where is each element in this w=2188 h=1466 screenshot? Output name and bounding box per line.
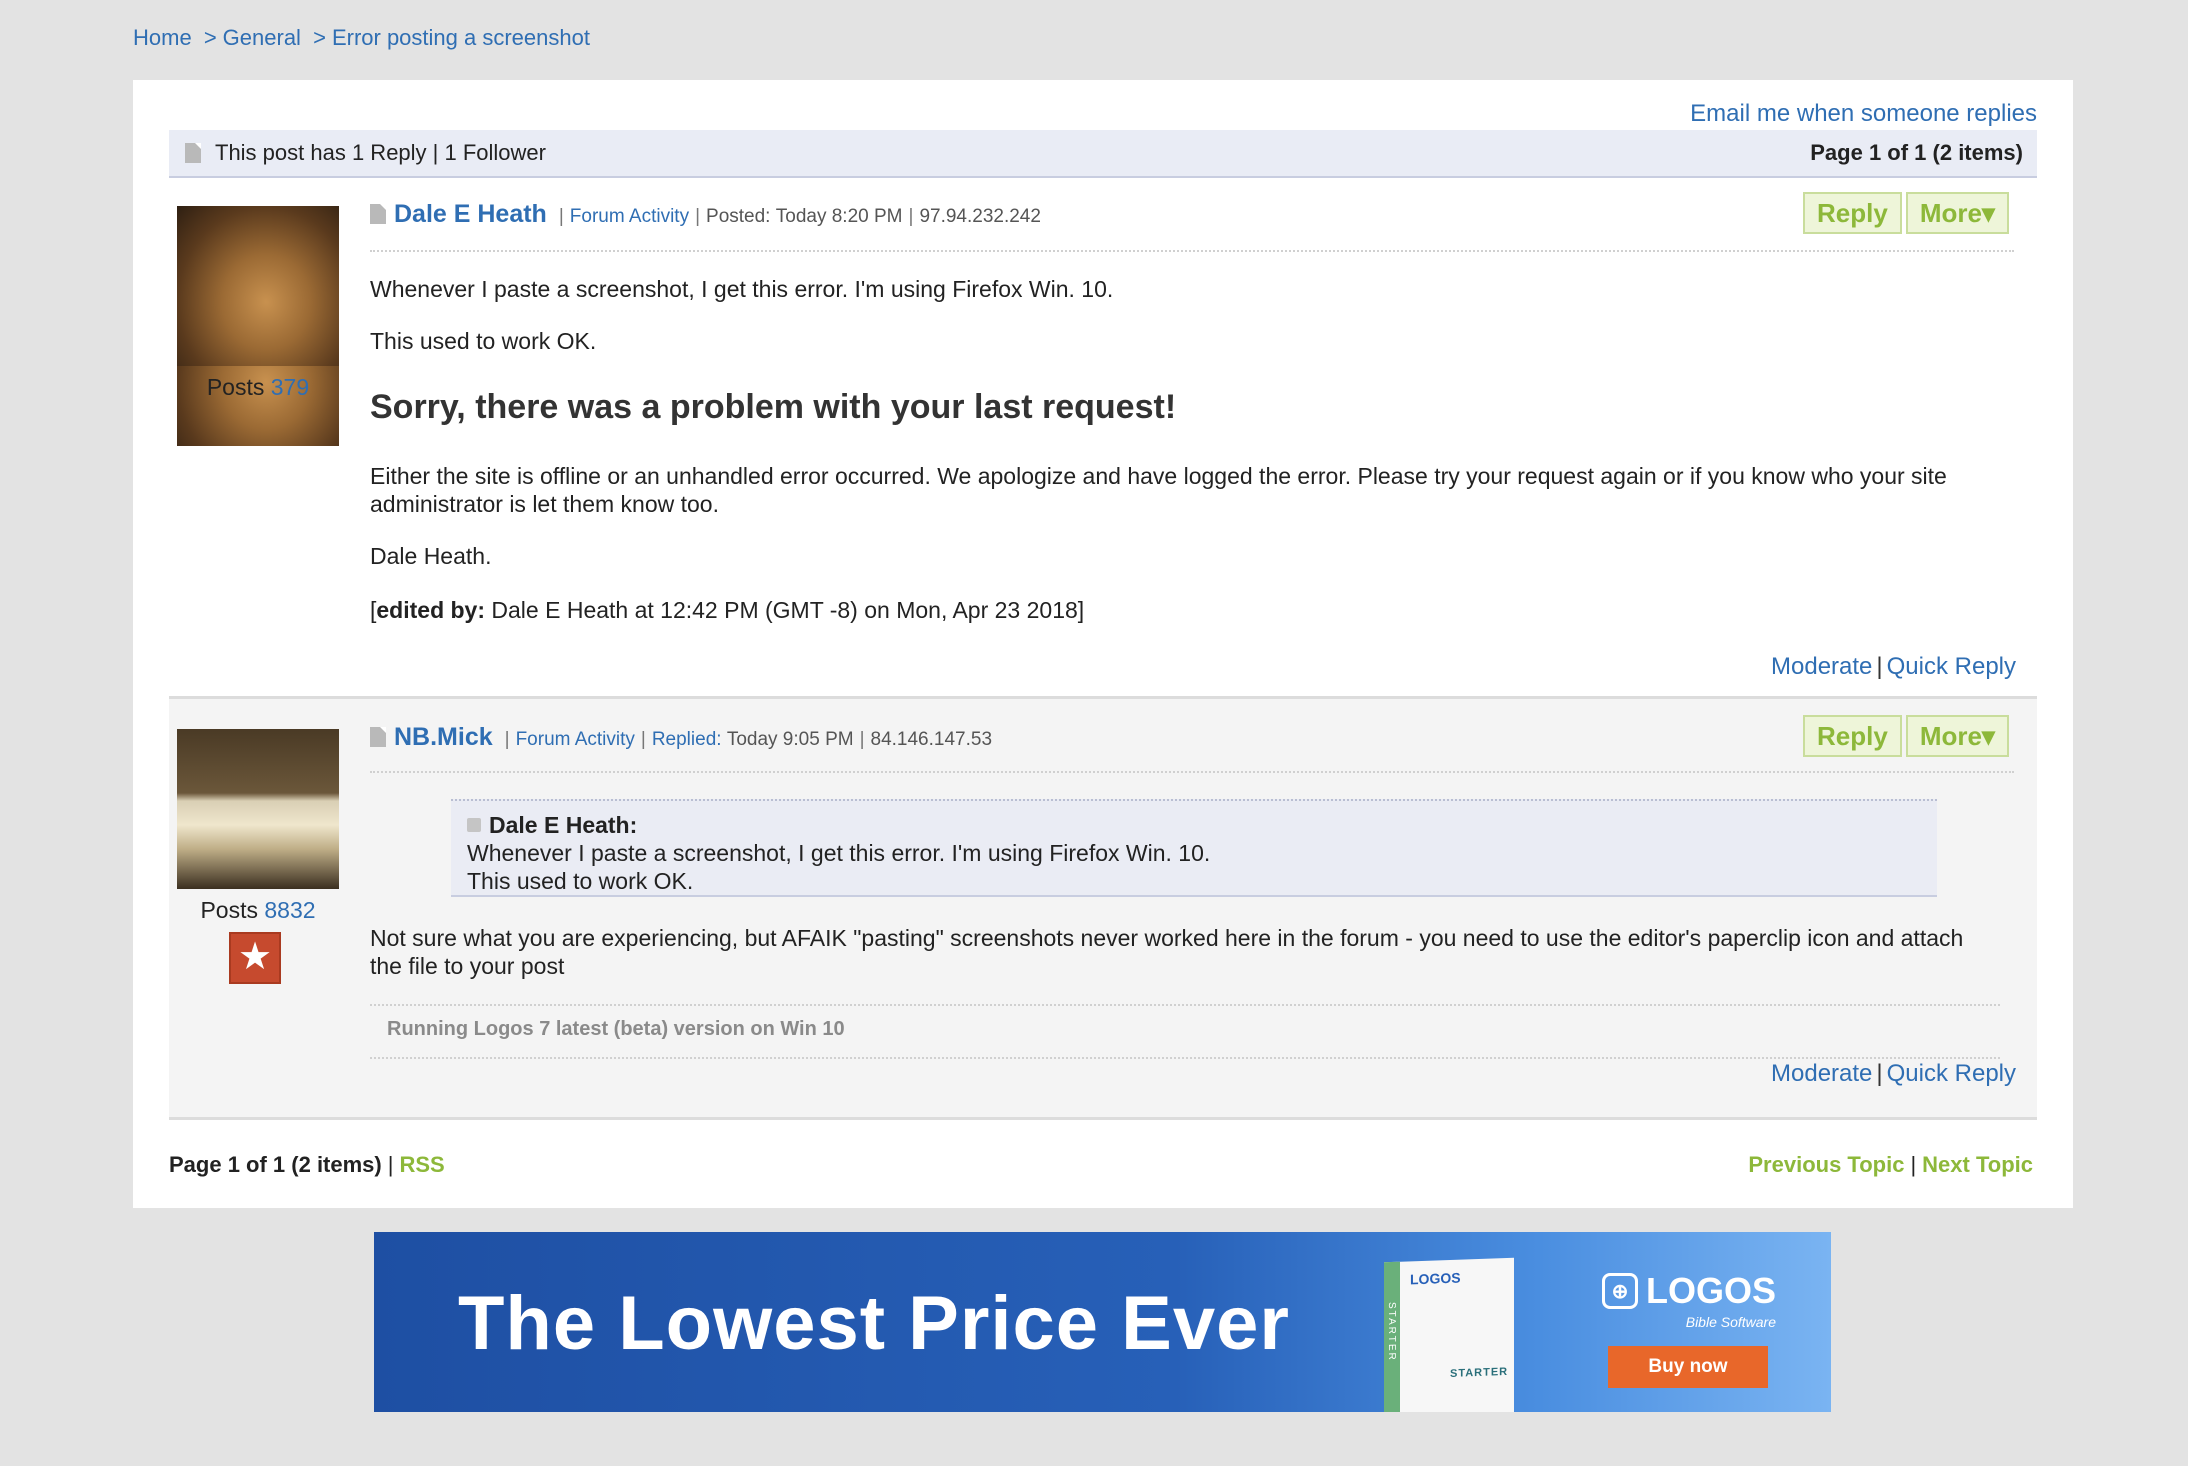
replied-link[interactable]: Replied: (652, 729, 722, 751)
author-link[interactable]: NB.Mick (394, 723, 493, 752)
next-topic-link[interactable]: Next Topic (1922, 1152, 2033, 1177)
thread-header: This post has 1 Reply | 1 Follower Page … (169, 130, 2037, 178)
star-badge-icon: ★ (229, 932, 281, 984)
breadcrumb-separator: > (313, 25, 326, 50)
author-link[interactable]: Dale E Heath (394, 200, 547, 229)
previous-topic-link[interactable]: Previous Topic (1748, 1152, 1904, 1177)
moderate-link[interactable]: Moderate (1771, 1060, 1872, 1087)
logos-icon: ⊕ (1602, 1273, 1638, 1309)
post-actions: Reply More▾ (1803, 192, 2009, 234)
divider (370, 1057, 2000, 1059)
error-title: Sorry, there was a problem with your las… (370, 388, 1177, 426)
page-footer: Page 1 of 1 (2 items) | RSS Previous Topic… (169, 1152, 2033, 1177)
moderate-link[interactable]: Moderate (1771, 653, 1872, 680)
quick-reply-link[interactable]: Quick Reply (1887, 653, 2016, 680)
post-ip: 84.146.147.53 (870, 729, 993, 750)
breadcrumb: Home > General > Error posting a screensho… (133, 25, 590, 51)
buy-now-button[interactable]: Buy now (1608, 1346, 1768, 1388)
thread-summary: This post has 1 Reply | 1 Follower (215, 140, 546, 165)
signature: Running Logos 7 latest (beta) version on… (387, 1018, 845, 1040)
posts-label: Posts (206, 374, 265, 400)
post-icon (370, 204, 386, 224)
breadcrumb-separator: > (203, 25, 217, 50)
posts-count-link[interactable]: 379 (271, 374, 309, 400)
posts-count: Posts 379 (169, 374, 347, 401)
post-meta: NB.Mick | Forum Activity | Replied: Toda… (370, 723, 992, 752)
posts-label: Posts (200, 897, 258, 923)
post-actions: Reply More▾ (1803, 715, 2009, 757)
email-when-replies-link[interactable]: Email me when someone replies (1690, 100, 2037, 128)
footer-page-info: Page 1 of 1 (2 items) (169, 1152, 382, 1177)
document-icon (185, 143, 201, 163)
posts-count: Posts 8832 (169, 897, 347, 924)
breadcrumb-general[interactable]: General (223, 25, 301, 50)
avatar[interactable] (177, 206, 339, 366)
reply-button[interactable]: Reply (1803, 715, 1902, 757)
post-meta: Dale E Heath | Forum Activity | Posted: … (370, 200, 1041, 229)
forum-activity-link[interactable]: Forum Activity (516, 729, 635, 751)
logos-ad-banner[interactable]: The Lowest Price Ever STARTER LOGOS STAR… (374, 1232, 1831, 1412)
post-text: Not sure what you are experiencing, but … (370, 925, 1964, 979)
post-time: Today 8:20 PM (775, 206, 903, 227)
product-box-image: STARTER LOGOS STARTER (1384, 1257, 1514, 1412)
post-footer-links: Moderate | Quick Reply (1771, 1060, 2016, 1087)
error-body: Either the site is offline or an unhandl… (370, 463, 1947, 517)
breadcrumb-home[interactable]: Home (133, 25, 192, 50)
post-text: This used to work OK. (370, 328, 597, 354)
divider (370, 1004, 2000, 1006)
post-time: Today 9:05 PM (726, 729, 854, 750)
post-icon (370, 727, 386, 747)
posts-count-link[interactable]: 8832 (264, 897, 315, 923)
quick-reply-link[interactable]: Quick Reply (1887, 1060, 2016, 1087)
quote-author: Dale E Heath: (489, 812, 638, 838)
avatar[interactable] (177, 729, 339, 889)
posted-label: Posted: (706, 206, 771, 227)
quote-line: This used to work OK. (467, 868, 694, 894)
edited-text: Dale E Heath at 12:42 PM (GMT -8) on Mon… (491, 597, 1085, 623)
quote-icon (467, 818, 481, 832)
forum-activity-link[interactable]: Forum Activity (570, 206, 689, 228)
divider (370, 771, 2014, 773)
thread-page-info: Page 1 of 1 (2 items) (1810, 140, 2023, 165)
quote-line: Whenever I paste a screenshot, I get thi… (467, 840, 1211, 866)
more-button[interactable]: More▾ (1905, 192, 2009, 234)
breadcrumb-current[interactable]: Error posting a screenshot (332, 25, 590, 50)
post-ip: 97.94.232.242 (919, 206, 1041, 227)
divider (370, 250, 2014, 252)
reply-button[interactable]: Reply (1803, 192, 1902, 234)
banner-headline: The Lowest Price Ever (458, 1281, 1290, 1366)
edited-label: edited by: (376, 597, 486, 623)
edited-note: [edited by: Dale E Heath at 12:42 PM (GM… (370, 597, 1085, 623)
post-text: Whenever I paste a screenshot, I get thi… (370, 276, 1114, 302)
post-footer-links: Moderate | Quick Reply (1771, 653, 2016, 680)
quote-block: Dale E Heath: Whenever I paste a screens… (451, 799, 1937, 897)
logos-logo: ⊕ LOGOS Bible Software (1602, 1270, 1776, 1330)
more-button[interactable]: More▾ (1905, 715, 2009, 757)
post-signoff: Dale Heath. (370, 543, 492, 569)
rss-link[interactable]: RSS (399, 1152, 444, 1177)
